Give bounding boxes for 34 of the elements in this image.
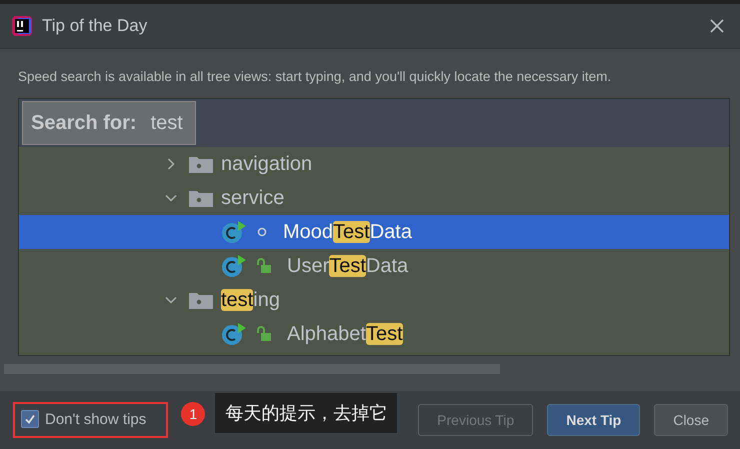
tree-item-label: UserTestData (287, 254, 408, 278)
tree-item-label: service (221, 186, 284, 210)
search-query: test (150, 112, 183, 134)
checkbox-label: Don't show tips (45, 410, 146, 428)
tree-item-label: testing (221, 288, 280, 312)
chevron-down-icon[interactable] (165, 294, 177, 306)
dialog-button[interactable]: Next Tip (547, 404, 640, 436)
class-icon (221, 220, 247, 244)
folder-icon (189, 155, 213, 173)
class-icon (221, 322, 247, 346)
search-label: Search for: (31, 112, 137, 134)
tree-row[interactable]: AlphabetTest (19, 317, 729, 351)
window-title: Tip of the Day (42, 16, 148, 36)
dont-show-checkbox[interactable]: Don't show tips (21, 410, 146, 428)
tree-row[interactable]: navigation (19, 147, 729, 181)
folder-icon (189, 291, 213, 309)
tree-row[interactable]: service (19, 181, 729, 215)
annotation-callout: 每天的提示，去掉它 (215, 393, 398, 433)
tip-text: Speed search is available in all tree views: start typing, and you'll quickly locate the necessary item. (18, 69, 612, 84)
chevron-down-icon[interactable] (165, 192, 177, 204)
tree-item-label: navigation (221, 152, 312, 176)
tree-row[interactable]: testing (19, 283, 729, 317)
folder-icon (189, 189, 213, 207)
class-icon (221, 254, 247, 278)
app-logo-icon (12, 16, 32, 36)
chevron-right-icon[interactable] (165, 158, 177, 170)
dialog-button[interactable]: Close (654, 404, 728, 436)
tree-row[interactable]: UserTestData (19, 249, 729, 283)
checkmark-icon (24, 413, 36, 425)
checkbox[interactable] (21, 410, 39, 428)
annotation-number: 1 (181, 402, 206, 426)
tree-item-label: MoodTestData (283, 220, 412, 244)
tree-item-label: AlphabetTest (287, 322, 403, 346)
tree-row[interactable]: MoodTestData (19, 215, 729, 249)
